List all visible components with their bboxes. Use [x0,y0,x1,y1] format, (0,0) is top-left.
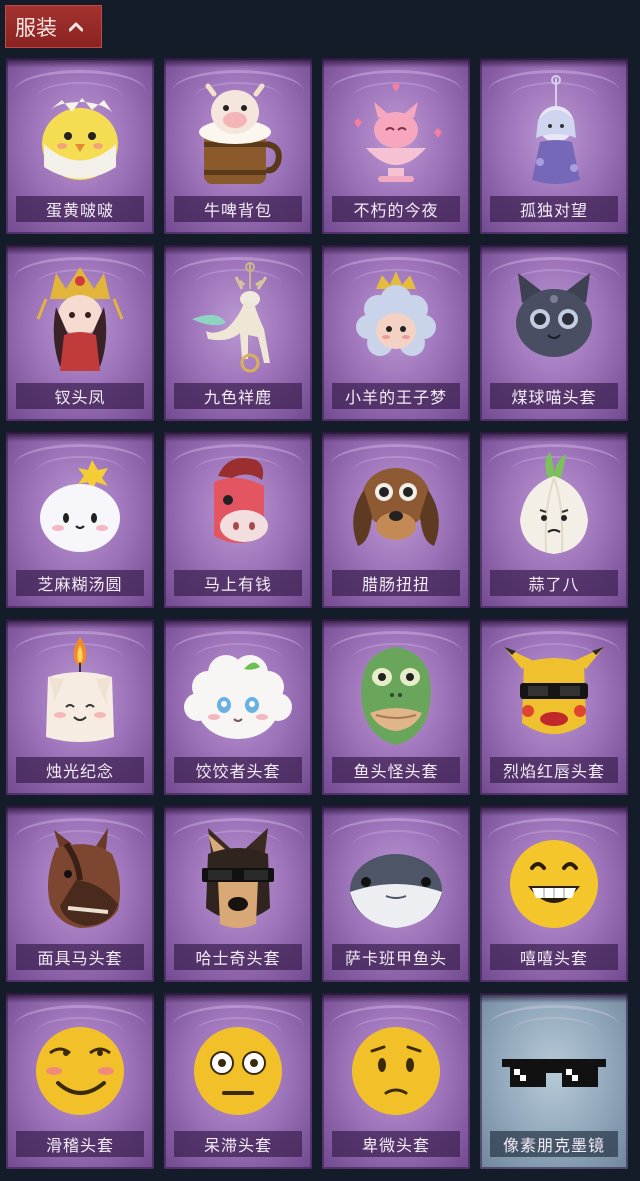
yellow-chick-egg-icon [42,98,118,180]
cow-beer-barrel-icon [199,83,282,184]
outfit-label: 滑稽头套 [16,1131,144,1157]
outfit-label: 呆滞头套 [174,1131,302,1157]
outfit-card[interactable]: 孤独对望 [480,58,628,234]
outfit-card[interactable]: 卑微头套 [322,993,470,1169]
outfit-label: 萨卡班甲鱼头 [332,944,460,970]
humble-emoji-head-icon [352,1027,440,1115]
outfit-card[interactable]: 烛光纪念 [6,619,154,795]
husky-head-icon [202,828,274,928]
sheep-crown-icon [356,271,436,356]
outfit-card[interactable]: 面具马头套 [6,806,154,982]
dumpling-head-icon [184,655,292,739]
outfit-label: 蒜了八 [490,570,618,596]
sunglasses-mask-icon [504,647,604,734]
outfit-label: 九色祥鹿 [174,383,302,409]
pixel-sunglasses-icon [502,1059,606,1087]
outfit-card[interactable]: 烈焰红唇头套 [480,619,628,795]
crowned-princess-icon [36,267,124,371]
outfit-card[interactable]: 嘻嘻头套 [480,806,628,982]
deer-charm-icon [192,262,270,373]
outfit-label: 烈焰红唇头套 [490,757,618,783]
rice-ball-head-icon [40,460,120,552]
outfit-label: 饺饺者头套 [174,757,302,783]
black-cat-head-icon [516,273,592,357]
outfit-grid: 蛋黄啵啵 牛啤背包 不朽的今夜 孤独对望 钗头凤 九色祥鹿 小羊的王子梦 煤球喵… [6,58,634,1169]
outfit-card[interactable]: 呆滞头套 [164,993,312,1169]
outfit-label: 蛋黄啵啵 [16,196,144,222]
outfit-tab[interactable]: 服装 [5,5,102,48]
outfit-label: 小羊的王子梦 [332,383,460,409]
outfit-label: 烛光纪念 [16,757,144,783]
outfit-card[interactable]: 蛋黄啵啵 [6,58,154,234]
outfit-card[interactable]: 马上有钱 [164,432,312,608]
outfit-label: 不朽的今夜 [332,196,460,222]
outfit-card[interactable]: 九色祥鹿 [164,245,312,421]
outfit-card[interactable]: 蒜了八 [480,432,628,608]
sacabambaspis-head-icon [350,854,442,928]
outfit-card[interactable]: 煤球喵头套 [480,245,628,421]
outfit-label: 像素朋克墨镜 [490,1131,618,1157]
outfit-card[interactable]: 牛啤背包 [164,58,312,234]
outfit-label: 面具马头套 [16,944,144,970]
outfit-label: 嘻嘻头套 [490,944,618,970]
outfit-card[interactable]: 腊肠扭扭 [322,432,470,608]
outfit-card[interactable]: 鱼头怪头套 [322,619,470,795]
garlic-head-icon [520,452,588,554]
outfit-card[interactable]: 像素朋克墨镜 [480,993,628,1169]
outfit-card[interactable]: 芝麻糊汤圆 [6,432,154,608]
outfit-label: 孤独对望 [490,196,618,222]
doll-pendant-icon [532,75,580,184]
funny-emoji-head-icon [36,1027,124,1115]
outfit-card[interactable]: 钗头凤 [6,245,154,421]
dachshund-head-icon [353,468,439,546]
outfit-label: 钗头凤 [16,383,144,409]
outfit-label: 芝麻糊汤圆 [16,570,144,596]
horse-mask-icon [48,828,120,928]
outfit-label: 牛啤背包 [174,196,302,222]
dazed-emoji-head-icon [194,1027,282,1115]
pink-fox-cup-icon [354,82,442,182]
outfit-card[interactable]: 萨卡班甲鱼头 [322,806,470,982]
outfit-label: 腊肠扭扭 [332,570,460,596]
grin-emoji-head-icon [510,840,598,928]
red-horse-head-icon [214,458,268,543]
outfit-card[interactable]: 滑稽头套 [6,993,154,1169]
outfit-card[interactable]: 饺饺者头套 [164,619,312,795]
outfit-card[interactable]: 哈士奇头套 [164,806,312,982]
outfit-label: 哈士奇头套 [174,944,302,970]
outfit-label: 鱼头怪头套 [332,757,460,783]
outfit-label: 马上有钱 [174,570,302,596]
outfit-card[interactable]: 小羊的王子梦 [322,245,470,421]
candle-head-icon [46,637,114,742]
outfit-card[interactable]: 不朽的今夜 [322,58,470,234]
chevron-up-icon [67,18,85,36]
outfit-tab-label: 服装 [15,15,57,40]
outfit-label: 卑微头套 [332,1131,460,1157]
outfit-label: 煤球喵头套 [490,383,618,409]
fish-head-icon [361,647,431,745]
